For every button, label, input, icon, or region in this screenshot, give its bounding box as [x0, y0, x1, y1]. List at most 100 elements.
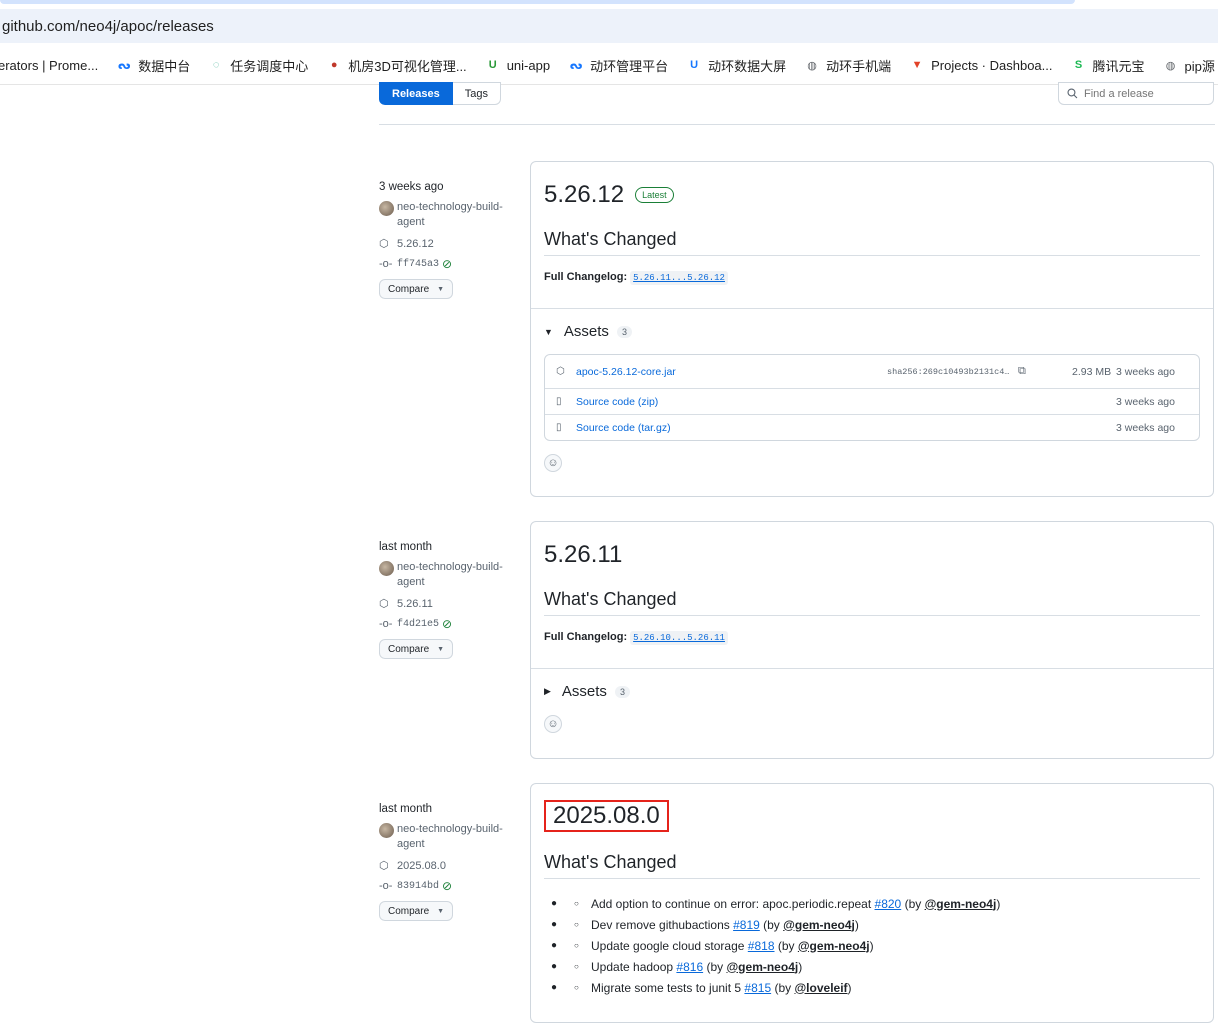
bookmark-item[interactable]: ◍ 动环手机端	[804, 56, 891, 75]
search-icon	[1067, 88, 1078, 99]
full-changelog: Full Changelog: 5.26.11...5.26.12	[544, 271, 1200, 285]
author-name[interactable]: neo-technology-build-agent	[397, 200, 504, 230]
release-commit[interactable]: -o-f4d21e5 ⊘	[379, 617, 504, 631]
bookmark-item[interactable]: ᔓ 数据中台	[116, 56, 190, 75]
assets-label: Assets	[563, 323, 609, 340]
avatar[interactable]	[379, 561, 394, 576]
globe-icon: ◍	[807, 59, 817, 72]
user-link[interactable]: @loveleif	[794, 981, 847, 995]
avatar[interactable]	[379, 823, 394, 838]
tag-label[interactable]: 5.26.11	[397, 598, 433, 610]
user-link[interactable]: @gem-neo4j	[798, 939, 870, 953]
release-meta: last month neo-technology-build-agent ⬡ 2…	[379, 803, 504, 921]
find-release-input[interactable]	[1084, 87, 1204, 100]
full-changelog: Full Changelog: 5.26.10...5.26.11	[544, 631, 1200, 645]
release-commit[interactable]: -o-ff745a3 ⊘	[379, 257, 504, 271]
change-text: Update hadoop	[591, 959, 674, 974]
asset-link[interactable]: apoc-5.26.12-core.jar	[576, 366, 676, 378]
bookmark-label: 数据中台	[138, 58, 191, 74]
asset-name[interactable]: Source code	[576, 422, 635, 434]
bookmark-item[interactable]: ● 机房3D可视化管理...	[326, 56, 467, 75]
address-bar[interactable]: github.com/neo4j/apoc/releases	[0, 9, 1218, 43]
pr-link[interactable]: #818	[748, 939, 775, 953]
version-label-highlighted[interactable]: 2025.08.0	[544, 800, 669, 832]
bookmark-item[interactable]: Uuni-app	[485, 57, 550, 73]
bookmark-item[interactable]: ᔓ 动环管理平台	[568, 56, 668, 75]
tag-label[interactable]: 2025.08.0	[397, 860, 446, 872]
release-author[interactable]: neo-technology-build-agent	[379, 560, 504, 590]
asset-name[interactable]: Source code	[576, 396, 635, 408]
bookmark-item[interactable]: S 腾讯元宝	[1071, 56, 1145, 75]
version-label[interactable]: 5.26.12	[544, 181, 624, 209]
pr-link[interactable]: #820	[875, 897, 902, 911]
bookmark-item[interactable]: erators | Prome...	[0, 57, 98, 73]
user-link[interactable]: @gem-neo4j	[925, 897, 997, 911]
header-divider	[379, 124, 1215, 125]
assets-toggle[interactable]: ▶ Assets 3	[531, 683, 1213, 700]
bookmark-label: 腾讯元宝	[1092, 58, 1145, 74]
commit-sha[interactable]: 83914bd	[397, 881, 439, 892]
asset-row: ▯ Source code (zip) 3 weeks ago	[545, 388, 1199, 414]
release-tag[interactable]: ⬡ 5.26.12	[379, 237, 504, 251]
full-changelog-label: Full Changelog:	[544, 631, 628, 643]
release-author[interactable]: neo-technology-build-agent	[379, 200, 504, 230]
smiley-icon[interactable]: ☺	[544, 454, 562, 472]
author-name[interactable]: neo-technology-build-agent	[397, 822, 504, 852]
user-link[interactable]: @gem-neo4j	[726, 960, 798, 974]
pr-link[interactable]: #816	[676, 960, 703, 974]
commit-icon: -o-	[379, 258, 393, 270]
compare-button[interactable]: Compare ▼	[379, 279, 454, 299]
avatar[interactable]	[379, 201, 394, 216]
asset-link[interactable]: Source code (tar.gz)	[576, 422, 671, 434]
changelog-link[interactable]: 5.26.11...5.26.12	[630, 271, 728, 285]
user-link[interactable]: @gem-neo4j	[783, 918, 855, 932]
bullet-icon: ●	[551, 982, 558, 993]
url-text[interactable]: github.com/neo4j/apoc/releases	[2, 18, 214, 35]
tab-tags[interactable]: Tags	[452, 82, 501, 105]
bookmark-item[interactable]: ◍ pip源	[1163, 56, 1215, 75]
assets-count: 3	[616, 325, 632, 338]
assets-count: 3	[614, 685, 630, 698]
releases-tags-switch: Releases Tags	[379, 82, 501, 105]
tab-releases[interactable]: Releases	[379, 82, 453, 105]
assets-toggle[interactable]: ▼ Assets 3	[531, 323, 1213, 340]
release-title[interactable]: 5.26.11	[544, 541, 1200, 569]
chevron-down-icon: ▼	[437, 285, 445, 293]
commit-sha[interactable]: f4d21e5	[397, 619, 439, 630]
bookmark-item[interactable]: ▼ Projects · Dashboa...	[909, 57, 1053, 73]
bookmark-item[interactable]: U 动环数据大屏	[686, 56, 786, 75]
release-tag[interactable]: ⬡ 5.26.11	[379, 597, 504, 611]
dataphin-icon: ᔓ	[117, 59, 131, 72]
release-date: 3 weeks ago	[379, 181, 444, 193]
release-commit[interactable]: -o- 83914bd ⊘	[379, 879, 504, 893]
card-divider	[531, 668, 1213, 669]
smiley-icon[interactable]: ☺	[544, 715, 562, 733]
bullet-circle-icon: ○	[574, 962, 579, 971]
author-name[interactable]: neo-technology-build-agent	[397, 560, 504, 590]
release-tag[interactable]: ⬡ 2025.08.0	[379, 859, 504, 873]
compare-button[interactable]: Compare ▼	[379, 639, 454, 659]
commit-sha[interactable]: ff745a3	[397, 259, 439, 270]
asset-row: ▯ Source code (tar.gz) 3 weeks ago	[545, 414, 1199, 440]
release-title[interactable]: 2025.08.0	[544, 800, 1200, 832]
compare-button[interactable]: Compare ▼	[379, 901, 454, 921]
pr-link[interactable]: #819	[733, 918, 760, 932]
version-label[interactable]: 5.26.11	[544, 541, 622, 569]
tag-icon: ⬡	[379, 860, 389, 872]
asset-format[interactable]: (tar.gz)	[638, 422, 671, 434]
pr-link[interactable]: #815	[744, 981, 771, 995]
changelog-link[interactable]: 5.26.10...5.26.11	[630, 631, 728, 645]
bookmark-item[interactable]: ◌ 任务调度中心	[208, 56, 308, 75]
release-title[interactable]: 5.26.12 Latest	[544, 181, 1200, 209]
copy-icon[interactable]: ⧉	[1018, 365, 1026, 378]
bullet-circle-icon: ○	[574, 899, 579, 908]
list-item: ● ○ Dev remove githubactions #819 (by @gem…	[544, 914, 1200, 935]
whats-changed-heading: What's Changed	[544, 229, 1200, 256]
find-release-field[interactable]	[1058, 82, 1214, 105]
asset-format[interactable]: (zip)	[638, 396, 658, 408]
check-circle-icon: ⊘	[442, 617, 453, 631]
release-author[interactable]: neo-technology-build-agent	[379, 822, 504, 852]
tag-label[interactable]: 5.26.12	[397, 238, 434, 250]
asset-link[interactable]: Source code (zip)	[576, 396, 658, 408]
full-changelog-label: Full Changelog:	[544, 271, 628, 283]
